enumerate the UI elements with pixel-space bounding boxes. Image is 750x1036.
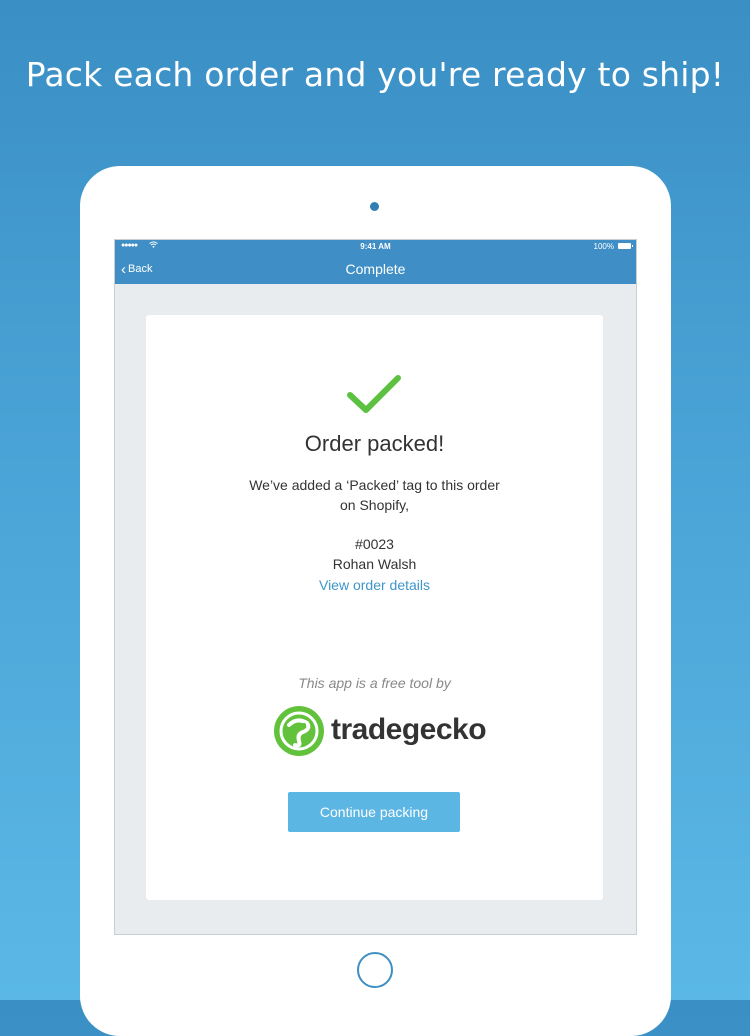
check-icon [347,375,401,413]
gecko-logo-icon [274,706,324,756]
headline: Pack each order and you're ready to ship… [25,55,725,94]
packed-tag-message: We’ve added a ‘Packed’ tag to this order… [249,477,500,513]
continue-packing-button[interactable]: Continue packing [288,792,460,832]
free-tool-caption: This app is a free tool by [298,675,451,691]
ipad-frame: ●●●●● 9:41 AM 100% ‹ Back Complete Order… [80,166,671,1036]
status-bar: ●●●●● 9:41 AM 100% [115,240,636,254]
battery-icon [618,243,633,249]
app-screen: ●●●●● 9:41 AM 100% ‹ Back Complete Order… [114,239,637,935]
battery-percentage: 100% [593,242,614,251]
page-title: Complete [345,261,406,277]
tradegecko-logo: tradegecko [273,703,487,759]
home-button[interactable] [357,952,393,988]
navigation-bar: ●●●●● 9:41 AM 100% ‹ Back Complete [115,240,636,284]
logo-wordmark: tradegecko [331,713,487,746]
view-order-details-link[interactable]: View order details [146,577,603,593]
order-packed-title: Order packed! [304,431,445,456]
customer-name: Rohan Walsh [332,556,417,572]
order-number: #0023 [355,536,394,552]
camera-dot [370,202,379,211]
status-time: 9:41 AM [360,242,391,251]
order-complete-card: Order packed! We’ve added a ‘Packed’ tag… [146,315,603,900]
